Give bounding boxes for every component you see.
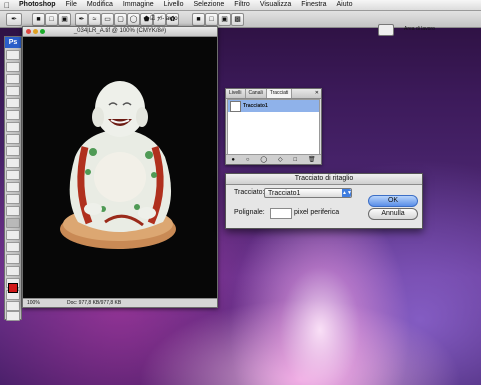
menu-bar:  Photoshop File Modifica Immagine Livel… [0, 0, 481, 11]
document-title-bar[interactable]: _034|LR_A.tif @ 100% (CMYK/8#) [23, 27, 217, 37]
gradient-tool-icon[interactable] [6, 182, 20, 192]
document-window: _034|LR_A.tif @ 100% (CMYK/8#) 100% Doc:… [22, 26, 218, 308]
exclude-path-icon[interactable]: ▩ [231, 13, 244, 26]
quick-mask-icon[interactable] [6, 301, 20, 311]
auto-add-label: +/- auto [157, 16, 178, 22]
ok-button[interactable]: OK [368, 195, 418, 207]
document-info: Doc: 977,8 KB/977,8 KB [67, 300, 122, 306]
zoom-icon[interactable] [40, 29, 45, 34]
menu-selezione[interactable]: Selezione [189, 0, 230, 10]
path-row[interactable]: Tracciato1 [228, 100, 319, 112]
path-label: Tracciato: [234, 189, 265, 196]
rectangle-tool-icon[interactable]: ▭ [101, 13, 114, 26]
screen-mode-icon[interactable] [6, 311, 20, 321]
clipping-path-dialog: Tracciato di ritaglio Tracciato: Traccia… [225, 173, 423, 229]
menu-aiuto[interactable]: Aiuto [332, 0, 358, 10]
notes-tool-icon[interactable] [6, 266, 20, 276]
ps-logo: Ps [5, 37, 21, 48]
paths-list: Tracciato1 [227, 99, 320, 156]
tab-tracciati[interactable]: Tracciati [266, 89, 293, 98]
move-tool-icon[interactable] [6, 50, 20, 60]
pen-icon[interactable]: ✒ [75, 13, 88, 26]
blur-tool-icon[interactable] [6, 194, 20, 204]
new-path-icon[interactable]: □ [293, 157, 297, 163]
clone-stamp-icon[interactable] [6, 146, 20, 156]
magic-wand-icon[interactable] [6, 86, 20, 96]
flatness-label: Polignale: [234, 209, 265, 216]
foreground-color-swatch[interactable] [8, 283, 18, 293]
auto-add-checkbox-area[interactable]: ☑ +/- auto [150, 15, 178, 22]
marquee-tool-icon[interactable] [6, 62, 20, 72]
ellipse-tool-icon[interactable]: ◯ [127, 13, 140, 26]
menu-visualizza[interactable]: Visualizza [255, 0, 296, 10]
subtract-path-icon[interactable]: □ [205, 13, 218, 26]
slice-tool-icon[interactable] [6, 110, 20, 120]
brush-tool-icon[interactable] [6, 134, 20, 144]
type-tool-icon[interactable] [6, 230, 20, 240]
path-select-value: Tracciato1 [268, 190, 301, 197]
add-to-path-icon[interactable]: ■ [192, 13, 205, 26]
document-status-bar: 100% Doc: 977,8 KB/977,8 KB [23, 298, 217, 307]
crop-tool-icon[interactable] [6, 98, 20, 108]
trash-icon[interactable]: 🗑 [308, 156, 316, 163]
tab-canali[interactable]: Canali [246, 89, 267, 98]
shape-tool-icon[interactable] [6, 254, 20, 264]
tab-livelli[interactable]: Livelli [226, 89, 246, 98]
panel-close-icon[interactable]: ✕ [315, 89, 321, 98]
pen-tool-icon[interactable] [6, 218, 20, 228]
workspace-label[interactable]: Area di lavoro [404, 24, 435, 34]
menu-modifica[interactable]: Modifica [82, 0, 118, 10]
rounded-rectangle-icon[interactable]: ▢ [114, 13, 127, 26]
history-brush-icon[interactable] [6, 158, 20, 168]
minimize-icon[interactable] [33, 29, 38, 34]
menu-file[interactable]: File [61, 0, 82, 10]
path-selection-icon[interactable] [6, 242, 20, 252]
eraser-tool-icon[interactable] [6, 170, 20, 180]
make-path-icon[interactable]: ◇ [278, 156, 283, 163]
apple-icon[interactable]:  [0, 1, 14, 10]
path-thumbnail [230, 100, 241, 112]
paths-panel: Livelli Canali Tracciati ✕ Tracciato1 ● … [225, 88, 322, 165]
healing-brush-icon[interactable] [6, 122, 20, 132]
menu-livello[interactable]: Livello [159, 0, 189, 10]
fill-pixels-icon[interactable]: ▣ [58, 13, 71, 26]
intersect-path-icon[interactable]: ▣ [218, 13, 231, 26]
path-select[interactable]: Tracciato1 ▲▼ [264, 188, 352, 198]
dodge-tool-icon[interactable] [6, 206, 20, 216]
load-selection-icon[interactable]: ◯ [260, 156, 267, 163]
menu-filtro[interactable]: Filtro [229, 0, 255, 10]
flatness-unit: pixel periferica [294, 209, 340, 216]
lasso-tool-icon[interactable] [6, 74, 20, 84]
path-name: Tracciato1 [243, 103, 268, 109]
tools-panel: Ps [4, 36, 22, 321]
stroke-path-icon[interactable]: ○ [246, 157, 250, 163]
menu-photoshop[interactable]: Photoshop [14, 0, 61, 10]
fill-path-icon[interactable]: ● [231, 157, 235, 163]
window-controls [26, 29, 45, 34]
panel-tabs: Livelli Canali Tracciati ✕ [226, 89, 321, 99]
chevron-down-icon: ▲▼ [342, 189, 352, 197]
checkbox-icon[interactable]: ☑ [150, 16, 155, 22]
shape-layers-icon[interactable]: ■ [32, 13, 45, 26]
document-title: _034|LR_A.tif @ 100% (CMYK/8#) [73, 28, 167, 34]
freeform-pen-icon[interactable]: ≈ [88, 13, 101, 26]
zoom-level[interactable]: 100% [27, 299, 40, 307]
dialog-title: Tracciato di ritaglio [226, 174, 422, 185]
menu-immagine[interactable]: Immagine [118, 0, 159, 10]
cancel-button[interactable]: Annulla [368, 208, 418, 220]
panel-footer: ● ○ ◯ ◇ □ 🗑 [226, 154, 321, 164]
paths-mode-icon[interactable]: □ [45, 13, 58, 26]
buddha-figurine-image [23, 37, 217, 299]
menu-finestra[interactable]: Finestra [296, 0, 331, 10]
pen-tool-preset-icon[interactable]: ✒ [6, 13, 22, 26]
flatness-input[interactable] [270, 208, 292, 219]
workspace-icon[interactable] [378, 24, 394, 36]
close-icon[interactable] [26, 29, 31, 34]
